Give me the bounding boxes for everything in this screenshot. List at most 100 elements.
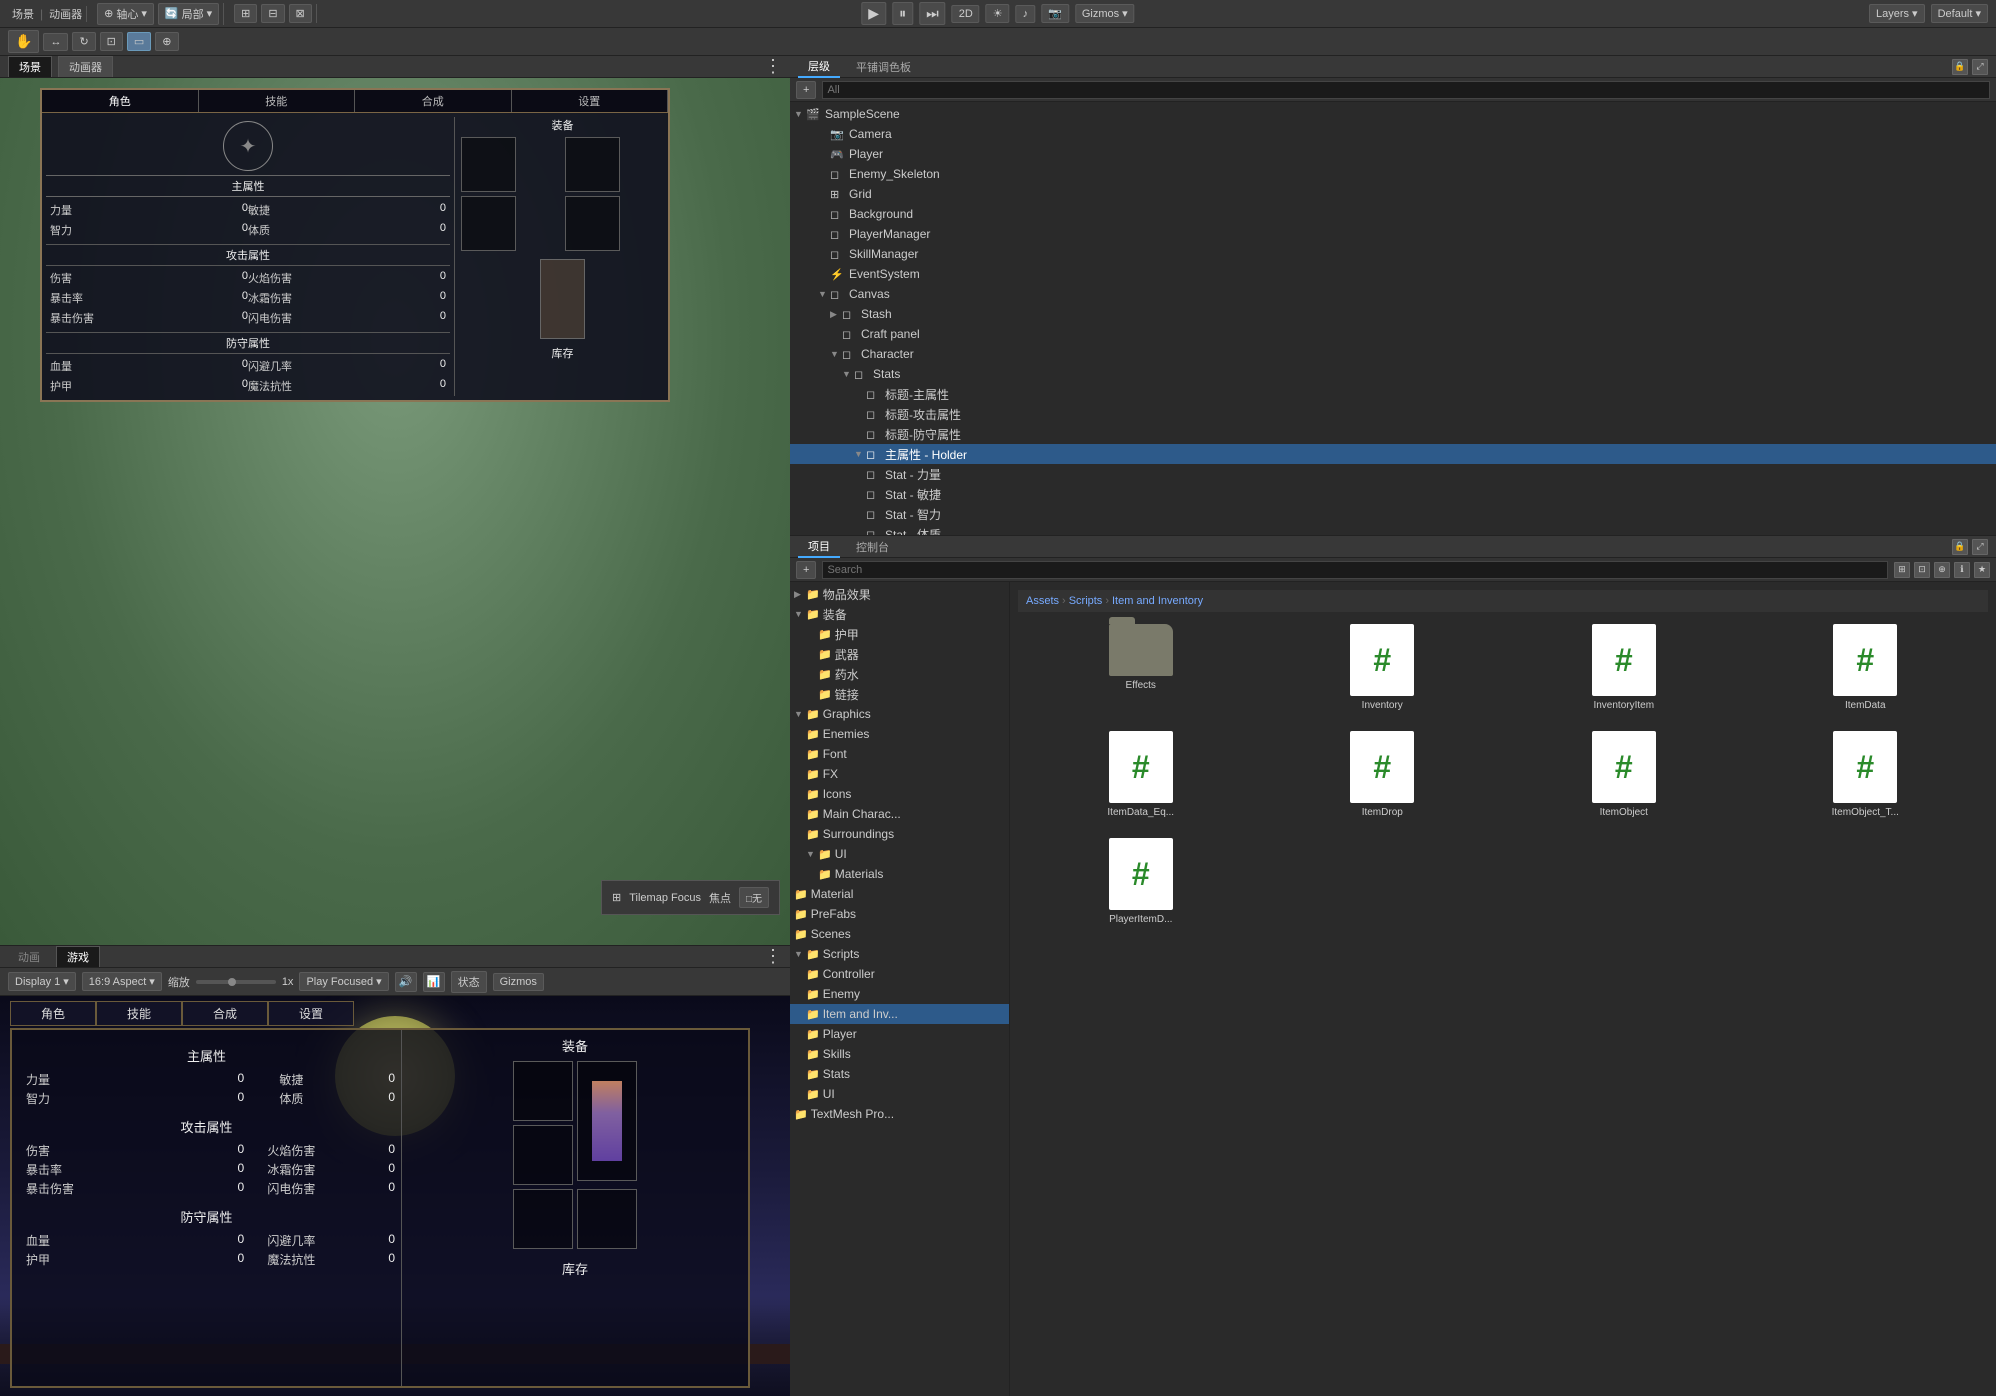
- folder-link[interactable]: 📁 链接: [790, 684, 1009, 704]
- mute-btn[interactable]: 🔊: [395, 972, 417, 992]
- tree-item-stat-agility[interactable]: ◻ Stat - 敏捷: [790, 484, 1996, 504]
- hand-tool-btn[interactable]: ✋: [8, 30, 39, 53]
- breadcrumb-assets[interactable]: Assets: [1026, 595, 1059, 607]
- rect-tool-btn[interactable]: ▭: [127, 32, 151, 51]
- tree-item-stat-strength[interactable]: ◻ Stat - 力量: [790, 464, 1996, 484]
- project-lock-btn[interactable]: 🔒: [1952, 539, 1968, 555]
- tree-item-stat-intel[interactable]: ◻ Stat - 智力: [790, 504, 1996, 524]
- gizmos-btn[interactable]: Gizmos ▾: [1075, 4, 1135, 23]
- step-btn[interactable]: ⏭: [919, 2, 946, 25]
- tree-item-title-main[interactable]: ◻ 标题-主属性: [790, 384, 1996, 404]
- folder-controller[interactable]: 📁 Controller: [790, 964, 1009, 984]
- file-itemobject-t[interactable]: # ItemObject_T...: [1751, 727, 1981, 822]
- play-focused-dropdown[interactable]: Play Focused ▾: [299, 972, 388, 991]
- folder-scripts[interactable]: ▼ 📁 Scripts: [790, 944, 1009, 964]
- layout-btn[interactable]: ⊟: [261, 4, 284, 23]
- folder-armor[interactable]: 📁 护甲: [790, 624, 1009, 644]
- tree-item-stash[interactable]: ▶ ◻ Stash: [790, 304, 1996, 324]
- tile-palette-tab[interactable]: 平铺调色板: [846, 57, 921, 77]
- folder-mainchar[interactable]: 📁 Main Charac...: [790, 804, 1009, 824]
- stats-tab-skill[interactable]: 技能: [199, 90, 356, 112]
- file-inventoryitem[interactable]: # InventoryItem: [1509, 620, 1739, 715]
- file-playeritemd[interactable]: # PlayerItemD...: [1026, 834, 1256, 929]
- game-tab-game[interactable]: 游戏: [56, 946, 100, 967]
- scale-tool-btn[interactable]: ⊡: [100, 32, 123, 51]
- scene-tab-animator[interactable]: 动画器: [58, 56, 113, 77]
- tree-item-title-defense[interactable]: ◻ 标题-防守属性: [790, 424, 1996, 444]
- folder-ui2[interactable]: 📁 UI: [790, 1084, 1009, 1104]
- tree-item-grid[interactable]: ⊞ Grid: [790, 184, 1996, 204]
- pivot-btn[interactable]: ⊕ 轴心 ▾: [97, 3, 154, 25]
- project-search[interactable]: [822, 561, 1888, 579]
- breadcrumb-scripts[interactable]: Scripts: [1069, 595, 1103, 607]
- folder-materials[interactable]: 📁 Materials: [790, 864, 1009, 884]
- tree-item-samplescene[interactable]: ▼ 🎬 SampleScene: [790, 104, 1996, 124]
- move-tool-btn[interactable]: ↔: [43, 33, 68, 51]
- scene-tab-scene[interactable]: 场景: [8, 56, 52, 77]
- cn-tab-craft[interactable]: 合成: [182, 1001, 268, 1026]
- console-tab[interactable]: 控制台: [846, 537, 899, 557]
- hierarchy-tab[interactable]: 层级: [798, 56, 840, 78]
- cn-tab-skill[interactable]: 技能: [96, 1001, 182, 1026]
- lighting-btn[interactable]: ☀: [986, 4, 1010, 23]
- hierarchy-expand-btn[interactable]: ⤢: [1972, 59, 1988, 75]
- tree-item-eventsystem[interactable]: ⚡ EventSystem: [790, 264, 1996, 284]
- transform-tool-btn[interactable]: ⊕: [155, 32, 178, 51]
- folder-ui[interactable]: ▼ 📁 UI: [790, 844, 1009, 864]
- folder-textmesh[interactable]: 📁 TextMesh Pro...: [790, 1104, 1009, 1124]
- stats-tab-char[interactable]: 角色: [42, 90, 199, 112]
- align-btn[interactable]: ⊠: [289, 4, 312, 23]
- folder-effects[interactable]: ▶ 📁 物品效果: [790, 584, 1009, 604]
- tree-item-canvas[interactable]: ▼ ◻ Canvas: [790, 284, 1996, 304]
- folder-player2[interactable]: 📁 Player: [790, 1024, 1009, 1044]
- cn-tab-char[interactable]: 角色: [10, 1001, 96, 1026]
- project-expand-btn[interactable]: ⤢: [1972, 539, 1988, 555]
- project-add-btn[interactable]: +: [796, 561, 816, 579]
- stats-btn[interactable]: 📊: [423, 972, 445, 992]
- folder-stats2[interactable]: 📁 Stats: [790, 1064, 1009, 1084]
- folder-scenes[interactable]: 📁 Scenes: [790, 924, 1009, 944]
- scene-options-btn[interactable]: ⋮: [764, 56, 782, 77]
- folder-enemy2[interactable]: 📁 Enemy: [790, 984, 1009, 1004]
- project-icon1[interactable]: ⊞: [1894, 562, 1910, 578]
- state-btn[interactable]: 状态: [451, 971, 487, 993]
- aspect-dropdown[interactable]: 16:9 Aspect ▾: [82, 972, 162, 991]
- folder-skills[interactable]: 📁 Skills: [790, 1044, 1009, 1064]
- file-itemdata-eq[interactable]: # ItemData_Eq...: [1026, 727, 1256, 822]
- folder-weapon[interactable]: 📁 武器: [790, 644, 1009, 664]
- folder-surr[interactable]: 📁 Surroundings: [790, 824, 1009, 844]
- gizmos-game-btn[interactable]: Gizmos: [493, 973, 544, 991]
- project-icon4[interactable]: ℹ: [1954, 562, 1970, 578]
- file-itemdata[interactable]: # ItemData: [1751, 620, 1981, 715]
- folder-material[interactable]: 📁 Material: [790, 884, 1009, 904]
- file-itemobject[interactable]: # ItemObject: [1509, 727, 1739, 822]
- stats-tab-craft[interactable]: 合成: [355, 90, 512, 112]
- tilemap-focus-checkbox[interactable]: □无: [739, 887, 769, 908]
- tree-item-stats[interactable]: ▼ ◻ Stats: [790, 364, 1996, 384]
- mode-2d-btn[interactable]: 2D: [952, 5, 980, 23]
- folder-prefabs[interactable]: 📁 PreFabs: [790, 904, 1009, 924]
- cn-tab-settings[interactable]: 设置: [268, 1001, 354, 1026]
- tree-item-background[interactable]: ◻ Background: [790, 204, 1996, 224]
- camera-btn[interactable]: 📷: [1041, 4, 1069, 23]
- tree-item-playermgr[interactable]: ◻ PlayerManager: [790, 224, 1996, 244]
- breadcrumb-iteminv[interactable]: Item and Inventory: [1112, 595, 1203, 607]
- tree-item-skillmgr[interactable]: ◻ SkillManager: [790, 244, 1996, 264]
- project-tab[interactable]: 项目: [798, 536, 840, 558]
- pause-btn[interactable]: ⏸: [892, 2, 913, 25]
- file-itemdrop[interactable]: # ItemDrop: [1268, 727, 1498, 822]
- stats-tab-settings[interactable]: 设置: [512, 90, 669, 112]
- file-inventory[interactable]: # Inventory: [1268, 620, 1498, 715]
- rotate-tool-btn[interactable]: ↻: [72, 32, 95, 51]
- tree-item-enemy[interactable]: ◻ Enemy_Skeleton: [790, 164, 1996, 184]
- hierarchy-search[interactable]: [822, 81, 1990, 99]
- tree-item-player[interactable]: 🎮 Player: [790, 144, 1996, 164]
- layers-btn[interactable]: Layers ▾: [1869, 4, 1925, 23]
- tree-item-camera[interactable]: 📷 Camera: [790, 124, 1996, 144]
- snap-btn[interactable]: ⊞: [234, 4, 257, 23]
- project-icon2[interactable]: ⊡: [1914, 562, 1930, 578]
- audio-btn[interactable]: ♪: [1016, 5, 1036, 23]
- project-icon5[interactable]: ★: [1974, 562, 1990, 578]
- folder-equip[interactable]: ▼ 📁 装备: [790, 604, 1009, 624]
- game-tab-anim[interactable]: 动画: [8, 947, 50, 967]
